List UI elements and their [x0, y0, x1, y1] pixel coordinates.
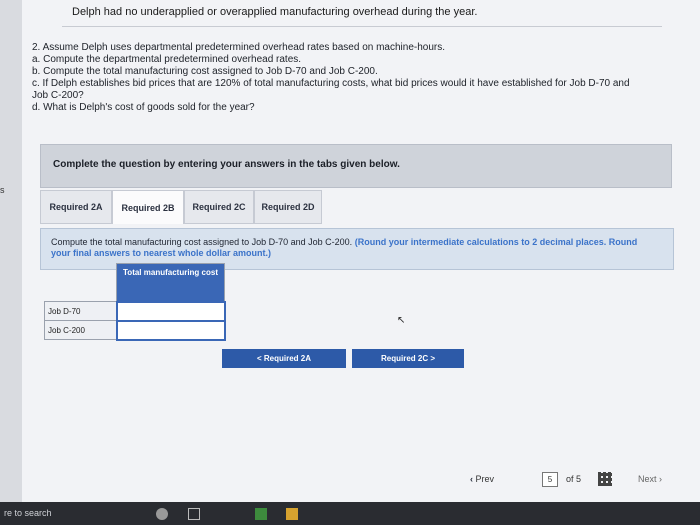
prev-page-label: Prev	[475, 474, 495, 484]
tab-required-2b[interactable]: Required 2B	[112, 190, 184, 224]
page-of-label: of 5	[566, 474, 582, 484]
row-label-job-d70: Job D-70	[44, 301, 117, 321]
divider	[62, 26, 662, 27]
instruction-bar: Complete the question by entering your a…	[40, 144, 672, 188]
folder-icon[interactable]	[286, 508, 298, 520]
mouse-cursor-icon: ↖	[397, 315, 406, 326]
answer-table: Total manufacturing cost Job D-70 Job C-…	[44, 263, 226, 341]
table-row: Job C-200	[44, 319, 226, 341]
tab-required-2c[interactable]: Required 2C	[184, 190, 254, 224]
header-text: Delph had no underapplied or overapplied…	[72, 6, 478, 18]
next-tab-button[interactable]: Required 2C >	[352, 349, 464, 368]
tab-bar: Required 2A Required 2B Required 2C Requ…	[40, 190, 340, 224]
prev-tab-button[interactable]: < Required 2A	[222, 349, 346, 368]
table-row: Job D-70	[44, 300, 226, 322]
chevron-left-icon: ‹	[470, 474, 473, 484]
prompt-main: Compute the total manufacturing cost ass…	[51, 237, 353, 247]
question-line: a. Compute the departmental predetermine…	[32, 54, 302, 65]
next-page-label: Next	[638, 474, 657, 484]
table-corner	[45, 264, 117, 302]
question-block: 2. Assume Delph uses departmental predet…	[32, 42, 700, 114]
cortana-icon[interactable]	[156, 508, 168, 520]
assignment-page: Delph had no underapplied or overapplied…	[22, 0, 700, 502]
page-navigation: ‹ Prev 5 of 5 Next ›	[462, 470, 692, 490]
prompt-text: Compute the total manufacturing cost ass…	[51, 237, 651, 259]
input-job-c200-cost[interactable]	[115, 319, 226, 341]
grid-icon[interactable]	[598, 472, 612, 486]
taskbar: re to search	[0, 502, 700, 525]
prev-page-button[interactable]: ‹ Prev	[470, 474, 494, 484]
current-page-box[interactable]: 5	[542, 472, 558, 487]
question-line: b. Compute the total manufacturing cost …	[32, 66, 378, 77]
task-view-icon[interactable]	[188, 508, 200, 520]
next-page-button[interactable]: Next ›	[638, 474, 662, 484]
chevron-right-icon: ›	[659, 474, 663, 484]
question-line: d. What is Delph's cost of goods sold fo…	[32, 102, 255, 113]
question-line: c. If Delph establishes bid prices that …	[32, 78, 630, 89]
tab-required-2a[interactable]: Required 2A	[40, 190, 112, 224]
instruction-text: Complete the question by entering your a…	[53, 159, 400, 170]
tab-required-2d[interactable]: Required 2D	[254, 190, 322, 224]
table-header: Total manufacturing cost	[116, 263, 225, 302]
left-window-strip: s	[0, 0, 22, 502]
question-line: 2. Assume Delph uses departmental predet…	[32, 42, 446, 53]
app-icon[interactable]	[255, 508, 267, 520]
left-strip-text: s	[0, 185, 5, 195]
taskbar-search[interactable]: re to search	[4, 508, 52, 518]
row-label-job-c200: Job C-200	[44, 320, 117, 340]
question-line: Job C-200?	[32, 90, 84, 101]
input-job-d70-cost[interactable]	[115, 300, 226, 322]
